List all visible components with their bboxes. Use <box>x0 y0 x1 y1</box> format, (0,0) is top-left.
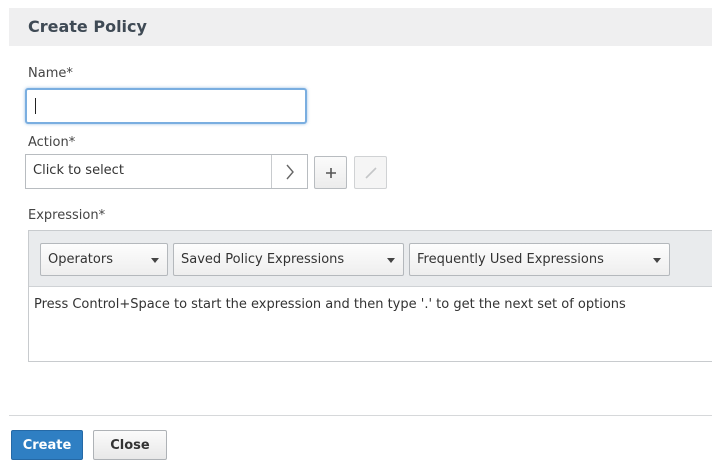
expression-editor[interactable]: Operators Saved Policy Expressions Frequ… <box>28 230 712 362</box>
add-action-button[interactable] <box>314 156 347 189</box>
dialog-header: Create Policy <box>9 8 712 46</box>
pencil-icon <box>364 166 377 179</box>
caret-down-icon <box>387 258 395 263</box>
caret-down-icon <box>653 258 661 263</box>
footer-divider <box>9 415 712 416</box>
action-label: Action* <box>28 135 76 150</box>
expression-hint: Press Control+Space to start the express… <box>34 297 626 312</box>
text-caret <box>35 98 36 114</box>
action-select-text: Click to select <box>33 163 124 178</box>
create-button[interactable]: Create <box>11 430 83 460</box>
name-label: Name* <box>28 66 73 81</box>
plus-icon <box>325 167 336 178</box>
edit-action-button[interactable] <box>354 156 387 189</box>
close-button[interactable]: Close <box>93 430 167 460</box>
caret-down-icon <box>151 258 159 263</box>
expression-label: Expression* <box>28 208 106 223</box>
name-input[interactable] <box>25 88 307 124</box>
saved-policy-expressions-dropdown[interactable]: Saved Policy Expressions <box>173 243 404 276</box>
operators-dropdown[interactable]: Operators <box>40 243 168 276</box>
operators-dropdown-label: Operators <box>48 252 113 267</box>
saved-expressions-dropdown-label: Saved Policy Expressions <box>181 252 345 267</box>
expression-toolbar: Operators Saved Policy Expressions Frequ… <box>29 231 712 287</box>
chevron-right-icon[interactable] <box>271 155 307 188</box>
dialog-title: Create Policy <box>28 17 147 36</box>
action-select[interactable]: Click to select <box>25 154 308 189</box>
frequent-expressions-dropdown-label: Frequently Used Expressions <box>417 252 604 267</box>
frequently-used-expressions-dropdown[interactable]: Frequently Used Expressions <box>409 243 670 276</box>
